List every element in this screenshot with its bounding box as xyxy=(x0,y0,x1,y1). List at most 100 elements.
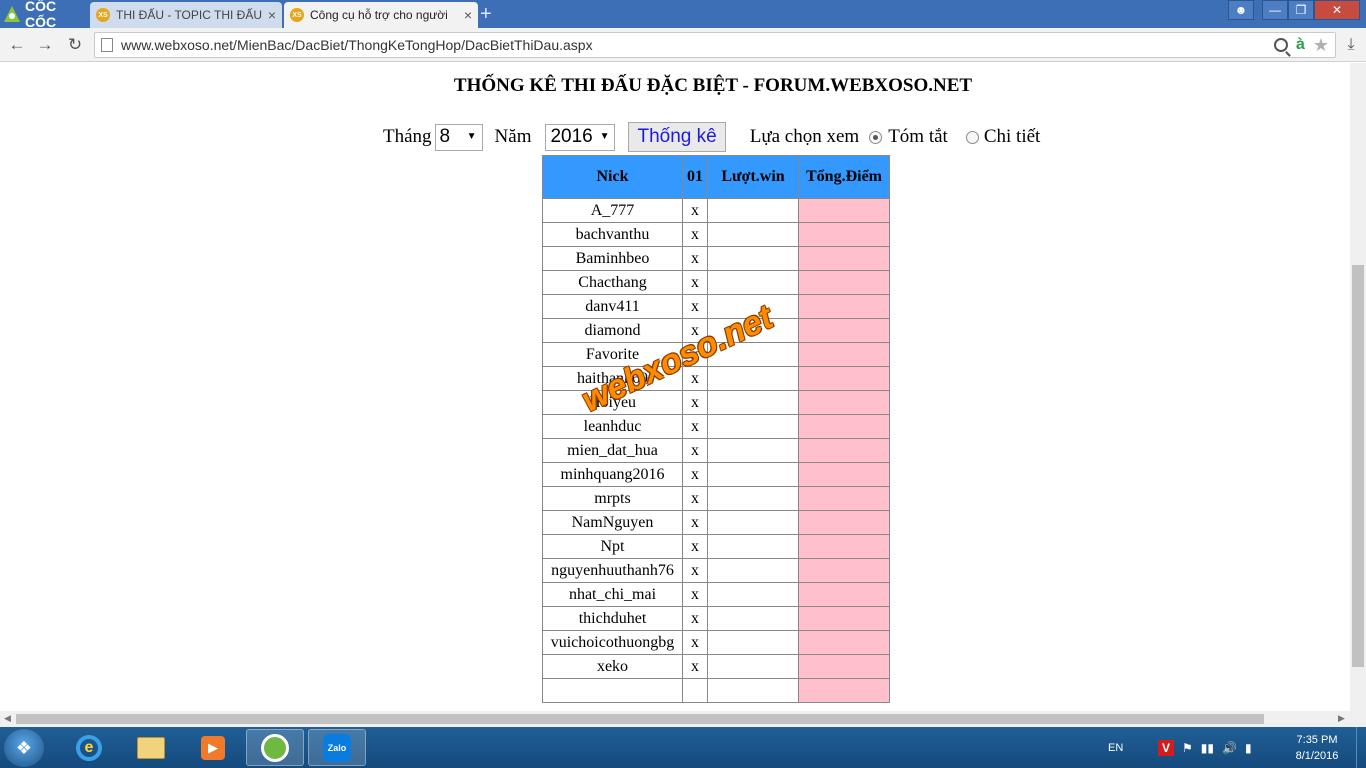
luot-win-cell xyxy=(707,198,799,223)
clock-time: 7:35 PM xyxy=(1296,734,1338,746)
tong-diem-cell xyxy=(798,414,890,439)
restore-icon[interactable]: ❐ xyxy=(1288,0,1314,20)
day-01-cell: x xyxy=(682,222,708,247)
taskbar-internet-explorer[interactable]: e xyxy=(60,729,118,766)
minimize-icon[interactable]: — xyxy=(1262,0,1288,20)
nick-cell: diamond xyxy=(542,318,683,343)
month-value: 8 xyxy=(439,126,451,147)
table-row: nguyenhuuthanh76 x xyxy=(542,558,890,583)
scroll-left-arrow-icon[interactable]: ◀ xyxy=(4,713,11,724)
scrollbar-corner xyxy=(1350,711,1366,727)
table-row xyxy=(542,678,890,703)
table-row: thichduhet x xyxy=(542,606,890,631)
coccoc-icon xyxy=(261,733,289,762)
network-signal-icon[interactable]: ▮▮ xyxy=(1201,741,1214,755)
start-button-icon[interactable]: ❖ xyxy=(4,729,44,767)
close-icon[interactable]: × xyxy=(268,7,276,23)
radio-chi-tiet-label[interactable]: Chi tiết xyxy=(984,126,1040,148)
day-01-cell: x xyxy=(682,390,708,415)
header-day-01[interactable]: 01 xyxy=(682,155,708,199)
nick-cell: Baminhbeo xyxy=(542,246,683,271)
luot-win-cell xyxy=(707,486,799,511)
forward-arrow-icon[interactable]: → xyxy=(34,34,56,56)
volume-icon[interactable]: 🔊 xyxy=(1222,741,1237,755)
vertical-scrollbar[interactable] xyxy=(1350,63,1366,711)
taskbar-media-player[interactable]: ▶ xyxy=(184,729,242,766)
filter-bar: Tháng 8 ▼ Năm 2016 ▼ Thống kê Lựa chọn x… xyxy=(383,122,1040,152)
table-row: nhat_chi_mai x xyxy=(542,582,890,607)
luot-win-cell xyxy=(707,534,799,559)
nick-cell: nhat_chi_mai xyxy=(542,582,683,607)
radio-tom-tat-label[interactable]: Tóm tắt xyxy=(888,126,948,148)
nick-cell: Chacthang xyxy=(542,270,683,295)
language-indicator[interactable]: EN xyxy=(1108,727,1123,768)
reload-icon[interactable]: ↻ xyxy=(64,34,86,56)
window-close-icon[interactable]: ✕ xyxy=(1314,0,1360,20)
nick-cell: thichduhet xyxy=(542,606,683,631)
show-desktop-button[interactable] xyxy=(1356,727,1366,768)
horizontal-scroll-thumb[interactable] xyxy=(16,714,1264,724)
horizontal-scrollbar[interactable]: ◀ ▶ xyxy=(0,711,1350,727)
bookmark-star-icon[interactable]: ★ xyxy=(1313,35,1329,56)
xs-favicon-icon: XS xyxy=(290,8,304,22)
address-bar-url[interactable]: www.webxoso.net/MienBac/DacBiet/ThongKeT… xyxy=(121,37,1274,53)
vertical-scroll-thumb[interactable] xyxy=(1352,265,1364,667)
table-row: NamNguyen x xyxy=(542,510,890,535)
nick-cell: xeko xyxy=(542,654,683,679)
tong-diem-cell xyxy=(798,294,890,319)
day-01-cell: x xyxy=(682,630,708,655)
tab-cong-cu[interactable]: XS Công cụ hỗ trợ cho người × xyxy=(284,2,478,28)
antivirus-v-icon[interactable]: V xyxy=(1158,739,1174,756)
table-row: Baminhbeo x xyxy=(542,246,890,271)
new-tab-plus-icon[interactable]: + xyxy=(480,4,492,24)
user-profile-icon[interactable]: ☻ xyxy=(1228,0,1254,20)
month-select[interactable]: 8 ▼ xyxy=(434,123,483,151)
tab-label: THI ĐẤU - TOPIC THI ĐẤU xyxy=(116,8,262,22)
taskbar-coccoc-browser[interactable] xyxy=(246,729,304,766)
month-label: Tháng xyxy=(383,126,432,147)
table-row: mien_dat_hua x xyxy=(542,438,890,463)
tong-diem-cell xyxy=(798,246,890,271)
page-viewport: THỐNG KÊ THI ĐẤU ĐẶC BIỆT - FORUM.WEBXOS… xyxy=(0,63,1350,711)
luot-win-cell xyxy=(707,390,799,415)
nick-cell: mien_dat_hua xyxy=(542,438,683,463)
download-icon[interactable]: ⤓ xyxy=(1340,34,1362,56)
radio-tom-tat[interactable] xyxy=(869,130,883,144)
tong-diem-cell xyxy=(798,270,890,295)
coccoc-logo-icon xyxy=(2,4,22,24)
address-bar[interactable]: www.webxoso.net/MienBac/DacBiet/ThongKeT… xyxy=(94,32,1336,58)
tong-diem-cell xyxy=(798,462,890,487)
tong-diem-cell xyxy=(798,630,890,655)
taskbar-file-explorer[interactable] xyxy=(122,729,180,766)
header-luot-win[interactable]: Lượt.win xyxy=(707,155,799,199)
radio-chi-tiet[interactable] xyxy=(965,130,979,144)
year-select[interactable]: 2016 ▼ xyxy=(545,123,616,151)
back-arrow-icon[interactable]: ← xyxy=(6,34,28,56)
tong-diem-cell xyxy=(798,366,890,391)
system-clock[interactable]: 7:35 PM 8/1/2016 xyxy=(1284,732,1350,764)
close-icon[interactable]: × xyxy=(464,7,472,23)
translate-icon[interactable]: à xyxy=(1296,36,1305,54)
nick-cell: danv411 xyxy=(542,294,683,319)
taskbar-zalo[interactable]: Zalo xyxy=(308,729,366,766)
luot-win-cell xyxy=(707,414,799,439)
nick-cell: minhquang2016 xyxy=(542,462,683,487)
header-tong-diem[interactable]: Tổng.Điểm xyxy=(798,155,890,199)
tab-thi-dau[interactable]: XS THI ĐẤU - TOPIC THI ĐẤU × xyxy=(90,2,282,28)
header-nick[interactable]: Nick xyxy=(542,155,683,199)
tong-diem-cell xyxy=(798,318,890,343)
battery-icon[interactable]: ▮ xyxy=(1245,741,1252,755)
tong-diem-cell xyxy=(798,534,890,559)
tong-diem-cell xyxy=(798,342,890,367)
luot-win-cell xyxy=(707,438,799,463)
table-row: mrpts x xyxy=(542,486,890,511)
thong-ke-button[interactable]: Thống kê xyxy=(628,122,726,152)
day-01-cell: x xyxy=(682,414,708,439)
browser-brand[interactable]: CỐC CỐC xyxy=(2,0,88,30)
tong-diem-cell xyxy=(798,222,890,247)
internet-explorer-icon: e xyxy=(76,734,102,761)
tong-diem-cell xyxy=(798,678,890,703)
scroll-right-arrow-icon[interactable]: ▶ xyxy=(1338,713,1345,724)
zoom-icon[interactable] xyxy=(1273,38,1288,52)
action-center-flag-icon[interactable]: ⚑ xyxy=(1182,741,1193,755)
